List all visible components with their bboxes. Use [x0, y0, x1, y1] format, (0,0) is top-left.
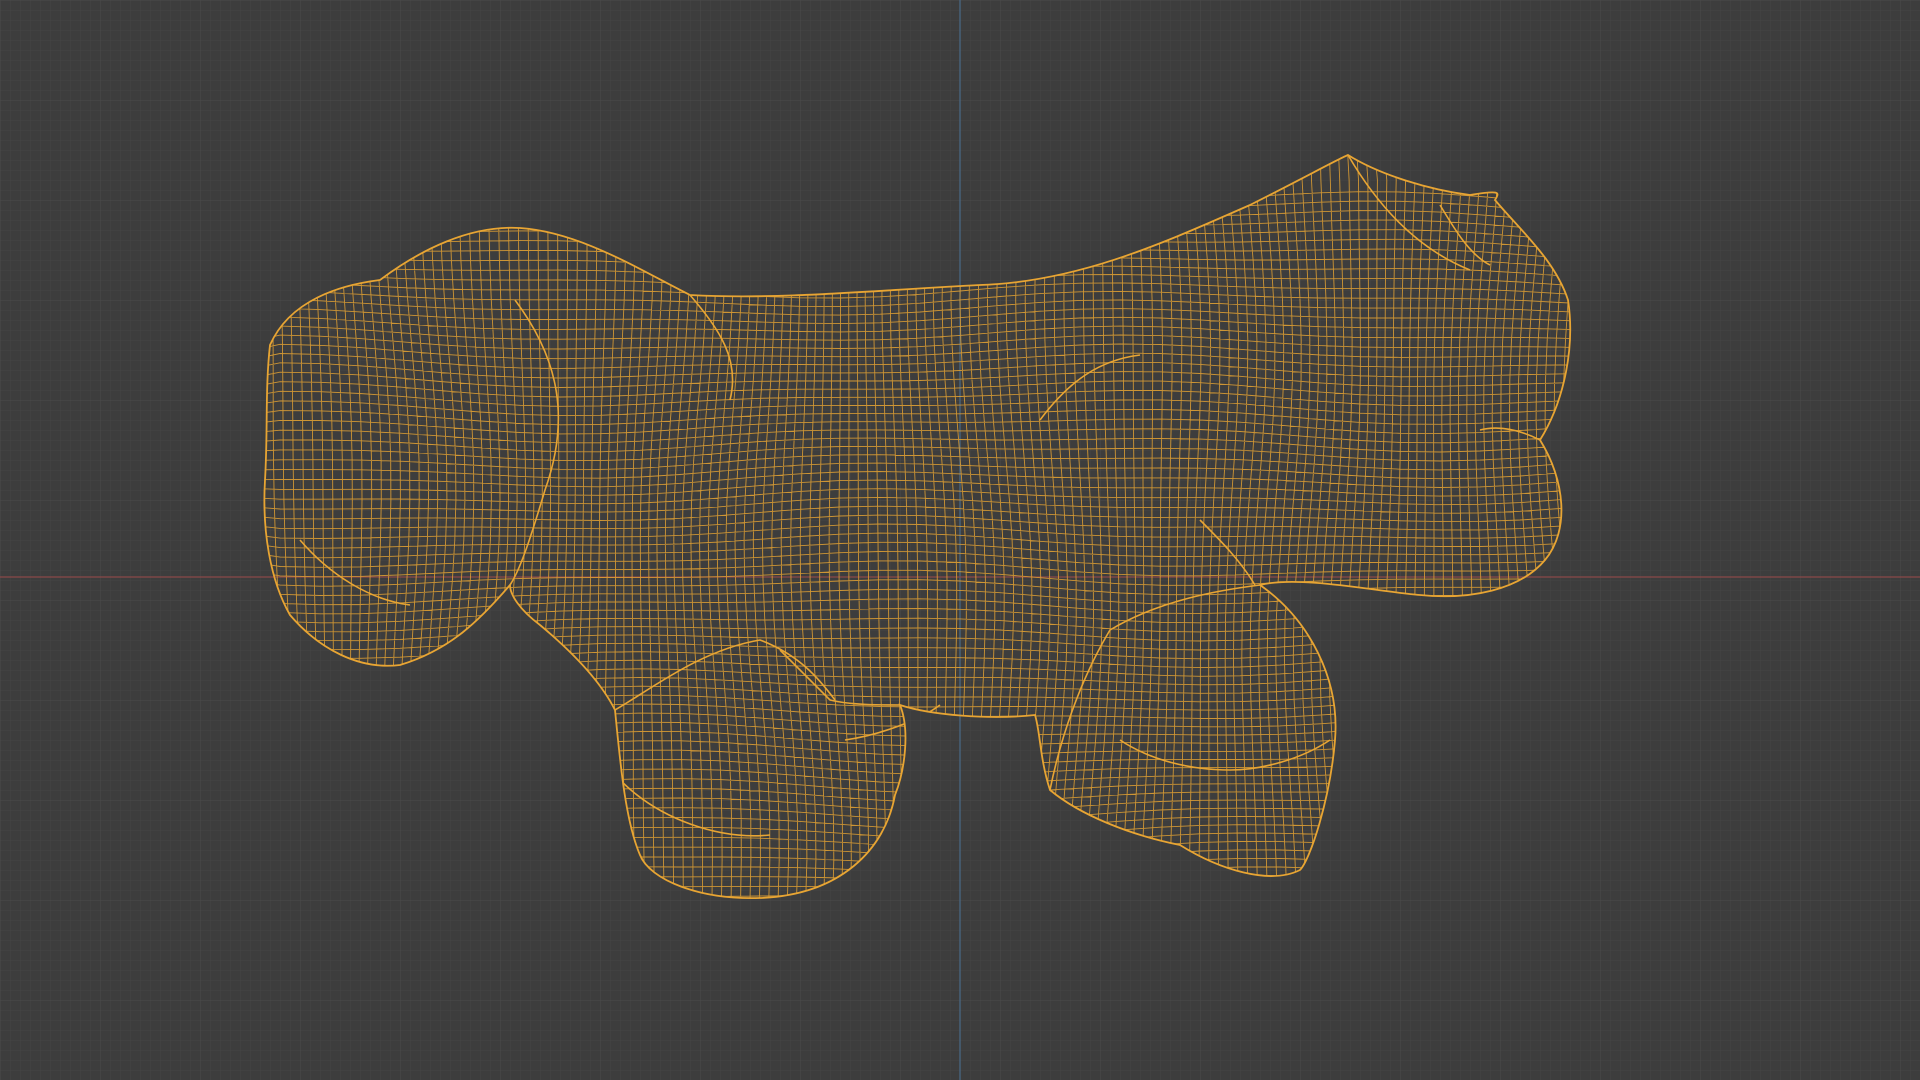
3d-viewport[interactable]	[0, 0, 1920, 1080]
viewport-canvas[interactable]	[0, 0, 1920, 1080]
